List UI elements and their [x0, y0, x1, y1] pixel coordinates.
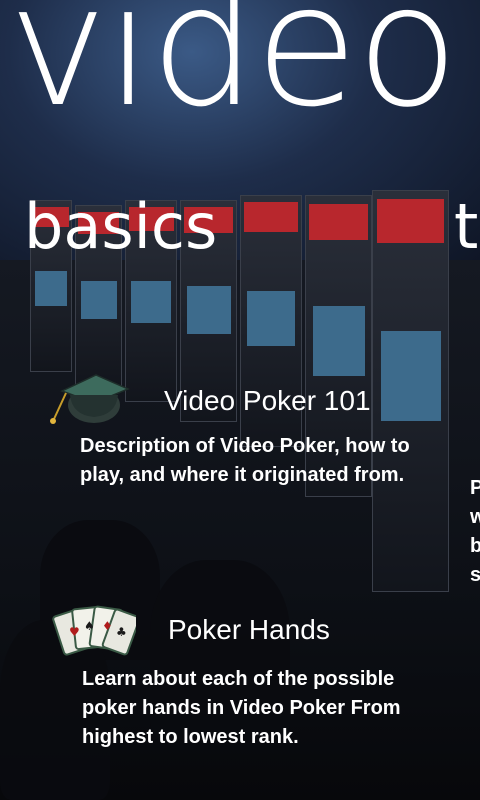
svg-text:♦: ♦ — [102, 619, 113, 633]
graduation-cap-icon — [44, 365, 130, 431]
svg-text:♠: ♠ — [84, 619, 95, 633]
list-item-title: Poker Hands — [168, 614, 330, 645]
section-header-basics[interactable]: basics — [24, 196, 217, 258]
list-item-title: Video Poker 101 — [164, 385, 371, 416]
peek-line: b — [470, 535, 480, 557]
svg-text:♣: ♣ — [116, 625, 127, 639]
peek-line: w — [470, 506, 480, 528]
next-section-peek: P w b s — [470, 474, 480, 590]
panorama-title: video — [8, 0, 459, 144]
section-header-next-peek[interactable]: t — [454, 196, 478, 258]
peek-line: P — [470, 477, 480, 499]
list-item-video-poker-101[interactable]: Video Poker 101 Description of Video Pok… — [0, 365, 470, 525]
playing-cards-icon: ♥ ♠ ♦ ♣ — [50, 602, 141, 666]
list-item-description: Learn about each of the possible poker h… — [82, 668, 401, 748]
peek-line: s — [470, 564, 480, 586]
svg-text:♥: ♥ — [69, 625, 80, 639]
list-item-poker-hands[interactable]: ♥ ♠ ♦ ♣ Poker Hands Learn about each of … — [0, 600, 470, 760]
list-item-description: Description of Video Poker, how to play,… — [80, 435, 410, 486]
